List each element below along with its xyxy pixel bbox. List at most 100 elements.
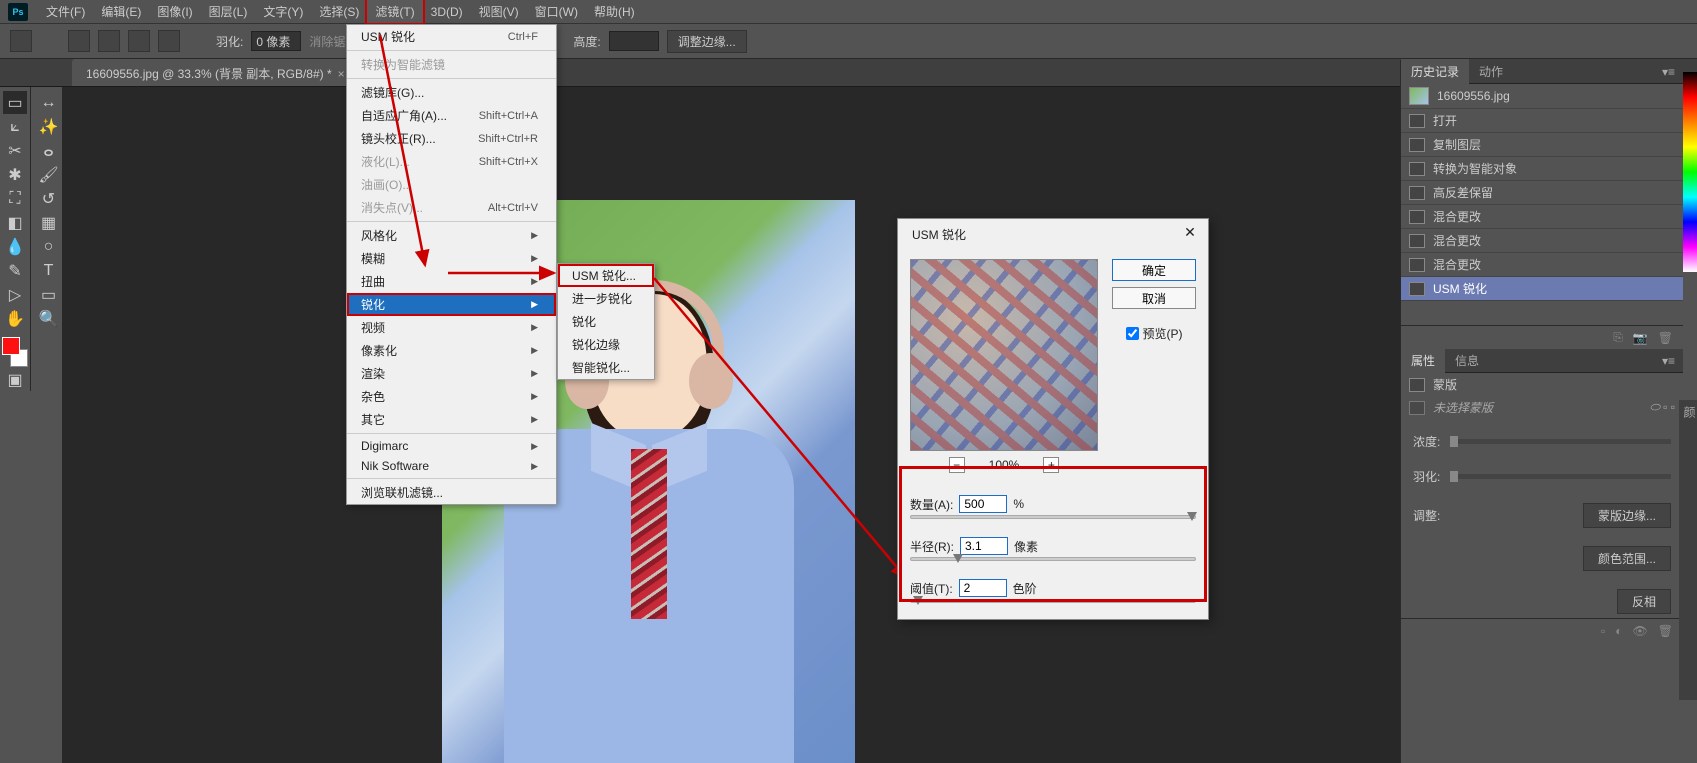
menu-image[interactable]: 图像(I) xyxy=(149,0,200,23)
usm-preview[interactable] xyxy=(910,259,1098,451)
link-icon[interactable]: ⬭ ▫ ▫ xyxy=(1650,400,1675,415)
threshold-slider[interactable] xyxy=(910,599,1196,613)
filter-blur[interactable]: 模糊▶ xyxy=(347,247,556,270)
document-tab[interactable]: 16609556.jpg @ 33.3% (背景 副本, RGB/8#) * × xyxy=(72,59,359,86)
path-tool[interactable]: ▷ xyxy=(3,283,27,306)
marquee-tool[interactable]: ▭ xyxy=(3,91,27,114)
menu-layer[interactable]: 图层(L) xyxy=(201,0,256,23)
filter-stylize[interactable]: 风格化▶ xyxy=(347,224,556,247)
mask-edge-button[interactable]: 蒙版边缘... xyxy=(1583,503,1671,528)
footer-icon[interactable]: ◐ xyxy=(1615,624,1622,638)
filter-pixelate[interactable]: 像素化▶ xyxy=(347,339,556,362)
history-step[interactable]: 高反差保留 xyxy=(1401,181,1683,205)
height-input[interactable] xyxy=(609,31,659,51)
filter-adaptive[interactable]: 自适应广角(A)...Shift+Ctrl+A xyxy=(347,104,556,127)
filter-lens[interactable]: 镜头校正(R)...Shift+Ctrl+R xyxy=(347,127,556,150)
color-swatches[interactable] xyxy=(2,337,28,367)
blur-tool[interactable]: 💧 xyxy=(3,235,27,258)
selection-int-icon[interactable] xyxy=(158,30,180,52)
healing-tool[interactable]: ✱ xyxy=(3,163,27,186)
ok-button[interactable]: 确定 xyxy=(1112,259,1196,281)
sharpen-edges[interactable]: 锐化边缘 xyxy=(558,333,654,356)
tab-actions[interactable]: 动作 xyxy=(1469,59,1513,84)
menu-view[interactable]: 视图(V) xyxy=(471,0,527,23)
zoom-in-button[interactable]: + xyxy=(1043,457,1059,473)
selection-new-icon[interactable] xyxy=(68,30,90,52)
menu-window[interactable]: 窗口(W) xyxy=(527,0,586,23)
crop-tool[interactable]: ✂ xyxy=(3,139,27,162)
amount-input[interactable] xyxy=(959,495,1007,513)
filter-sharpen[interactable]: 锐化▶ xyxy=(347,293,556,316)
history-step[interactable]: 转换为智能对象 xyxy=(1401,157,1683,181)
radius-slider[interactable] xyxy=(910,557,1196,571)
footer-icon[interactable]: 👁 xyxy=(1633,624,1648,638)
filter-distort[interactable]: 扭曲▶ xyxy=(347,270,556,293)
lasso-tool[interactable]: ⟀ xyxy=(3,115,27,138)
menu-select[interactable]: 选择(S) xyxy=(311,0,367,23)
quickmask-tool[interactable]: ▣ xyxy=(3,368,27,391)
filter-noise[interactable]: 杂色▶ xyxy=(347,385,556,408)
menu-3d[interactable]: 3D(D) xyxy=(423,2,471,22)
camera-icon[interactable]: 📷 xyxy=(1633,331,1648,345)
menu-edit[interactable]: 编辑(E) xyxy=(93,0,149,23)
marquee-tool-icon[interactable] xyxy=(10,30,32,52)
shape-tool[interactable]: ▭ xyxy=(37,283,61,306)
filter-digimarc[interactable]: Digimarc▶ xyxy=(347,436,556,456)
amount-slider[interactable] xyxy=(910,515,1196,529)
tab-history[interactable]: 历史记录 xyxy=(1401,59,1469,84)
density-slider[interactable] xyxy=(1450,439,1671,444)
close-icon[interactable]: ✕ xyxy=(1180,224,1200,244)
trash-icon[interactable]: 🗑 xyxy=(1658,331,1673,345)
history-step-active[interactable]: USM 锐化 xyxy=(1401,277,1683,301)
filter-gallery[interactable]: 滤镜库(G)... xyxy=(347,81,556,104)
cancel-button[interactable]: 取消 xyxy=(1112,287,1196,309)
history-step[interactable]: 复制图层 xyxy=(1401,133,1683,157)
gradient-tool[interactable]: ▦ xyxy=(37,211,61,234)
stamp-tool[interactable]: ⛶ xyxy=(3,187,27,210)
feather-slider[interactable] xyxy=(1450,474,1671,479)
filter-browse[interactable]: 浏览联机滤镜... xyxy=(347,481,556,504)
zoom-tool[interactable]: 🔍 xyxy=(37,307,61,330)
invert-button[interactable]: 反相 xyxy=(1617,589,1671,614)
pen-tool[interactable]: ✎ xyxy=(3,259,27,282)
history-source[interactable]: 16609556.jpg xyxy=(1401,84,1683,109)
close-icon[interactable]: × xyxy=(338,67,345,81)
foreground-color[interactable] xyxy=(2,337,20,355)
sharpen-more[interactable]: 进一步锐化 xyxy=(558,287,654,310)
history-step[interactable]: 打开 xyxy=(1401,109,1683,133)
zoom-out-button[interactable]: − xyxy=(949,457,965,473)
filter-other[interactable]: 其它▶ xyxy=(347,408,556,431)
trash-icon[interactable]: 🗑 xyxy=(1658,624,1673,638)
tab-info[interactable]: 信息 xyxy=(1445,348,1489,373)
eraser-tool[interactable]: ◧ xyxy=(3,211,27,234)
menu-type[interactable]: 文字(Y) xyxy=(255,0,311,23)
footer-icon[interactable]: ▫ xyxy=(1601,624,1605,638)
filter-last[interactable]: USM 锐化Ctrl+F xyxy=(347,25,556,48)
dodge-tool[interactable]: ○ xyxy=(37,235,61,258)
threshold-input[interactable] xyxy=(959,579,1007,597)
new-snapshot-icon[interactable]: ⎘ xyxy=(1613,330,1623,345)
color-range-button[interactable]: 颜色范围... xyxy=(1583,546,1671,571)
refine-edge-button[interactable]: 调整边缘... xyxy=(667,30,747,53)
sharpen-basic[interactable]: 锐化 xyxy=(558,310,654,333)
panel-menu-icon[interactable]: ▾≡ xyxy=(1662,354,1683,368)
panel-menu-icon[interactable]: ▾≡ xyxy=(1662,65,1683,79)
menu-file[interactable]: 文件(F) xyxy=(38,0,93,23)
collapsed-panel-strip[interactable]: 颜 xyxy=(1679,400,1697,700)
eyedropper-tool[interactable]: ⴰ xyxy=(37,139,61,162)
sharpen-smart[interactable]: 智能锐化... xyxy=(558,356,654,379)
history-step[interactable]: 混合更改 xyxy=(1401,229,1683,253)
sharpen-usm[interactable]: USM 锐化... xyxy=(558,264,654,287)
brush-tool[interactable]: 🖌 xyxy=(37,163,61,186)
filter-nik[interactable]: Nik Software▶ xyxy=(347,456,556,476)
hand-tool[interactable]: ✋ xyxy=(3,307,27,330)
color-ramp[interactable] xyxy=(1683,72,1697,272)
filter-render[interactable]: 渲染▶ xyxy=(347,362,556,385)
selection-add-icon[interactable] xyxy=(98,30,120,52)
filter-video[interactable]: 视频▶ xyxy=(347,316,556,339)
history-brush-tool[interactable]: ↺ xyxy=(37,187,61,210)
history-step[interactable]: 混合更改 xyxy=(1401,253,1683,277)
preview-checkbox[interactable]: 预览(P) xyxy=(1126,325,1183,342)
menu-filter[interactable]: 滤镜(T) xyxy=(367,0,422,23)
menu-help[interactable]: 帮助(H) xyxy=(586,0,643,23)
